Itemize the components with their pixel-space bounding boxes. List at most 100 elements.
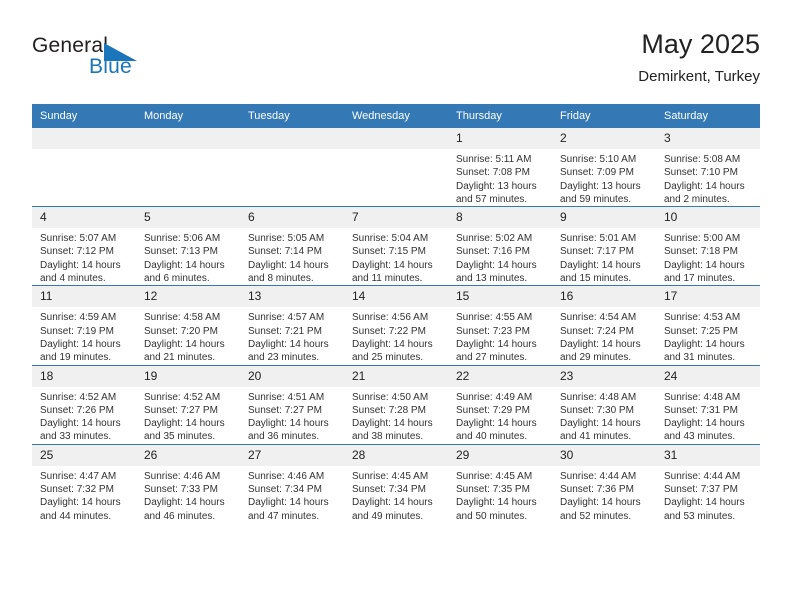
day-cell[interactable]: 7 Sunrise: 5:04 AM Sunset: 7:15 PM Dayli… (344, 206, 448, 286)
daylight-text-line1: Daylight: 14 hours (664, 259, 745, 271)
weekday-header-monday: Monday (136, 104, 240, 128)
weekday-header-tuesday: Tuesday (240, 104, 344, 128)
day-details: Sunrise: 5:10 AM Sunset: 7:09 PM Dayligh… (552, 149, 656, 206)
day-cell[interactable] (240, 128, 344, 207)
sunset-text: Sunset: 7:29 PM (456, 404, 530, 416)
day-cell[interactable]: 10 Sunrise: 5:00 AM Sunset: 7:18 PM Dayl… (656, 206, 760, 286)
day-cell[interactable]: 21 Sunrise: 4:50 AM Sunset: 7:28 PM Dayl… (344, 364, 448, 445)
daylight-text-line1: Daylight: 14 hours (248, 259, 329, 271)
day-cell[interactable]: 30 Sunrise: 4:44 AM Sunset: 7:36 PM Dayl… (552, 443, 656, 523)
day-cell[interactable]: 8 Sunrise: 5:02 AM Sunset: 7:16 PM Dayli… (448, 206, 552, 286)
day-number: 11 (32, 286, 136, 308)
sunrise-text: Sunrise: 4:57 AM (248, 312, 325, 324)
calendar-table: Sunday Monday Tuesday Wednesday Thursday… (32, 104, 760, 523)
weekday-header-saturday: Saturday (656, 104, 760, 128)
day-details: Sunrise: 5:08 AM Sunset: 7:10 PM Dayligh… (656, 149, 760, 206)
sunset-text: Sunset: 7:19 PM (40, 325, 114, 337)
sunrise-text: Sunrise: 5:07 AM (40, 233, 117, 245)
day-number: 7 (344, 207, 448, 229)
sunset-text: Sunset: 7:35 PM (456, 484, 530, 496)
day-cell[interactable]: 25 Sunrise: 4:47 AM Sunset: 7:32 PM Dayl… (32, 443, 136, 523)
day-cell[interactable]: 22 Sunrise: 4:49 AM Sunset: 7:29 PM Dayl… (448, 364, 552, 445)
day-number: 26 (136, 444, 240, 466)
day-cell[interactable]: 16 Sunrise: 4:54 AM Sunset: 7:24 PM Dayl… (552, 285, 656, 366)
day-details: Sunrise: 5:00 AM Sunset: 7:18 PM Dayligh… (656, 228, 760, 285)
day-details: Sunrise: 4:51 AM Sunset: 7:27 PM Dayligh… (240, 387, 344, 444)
day-number: 1 (448, 128, 552, 149)
sunrise-text: Sunrise: 5:11 AM (456, 154, 532, 165)
page-header: General Blue May 2025 Demirkent, Turkey (32, 28, 760, 98)
day-cell[interactable]: 6 Sunrise: 5:05 AM Sunset: 7:14 PM Dayli… (240, 206, 344, 286)
day-cell[interactable]: 28 Sunrise: 4:45 AM Sunset: 7:34 PM Dayl… (344, 443, 448, 523)
day-details: Sunrise: 4:55 AM Sunset: 7:23 PM Dayligh… (448, 307, 552, 364)
day-cell[interactable]: 15 Sunrise: 4:55 AM Sunset: 7:23 PM Dayl… (448, 285, 552, 366)
brand-name-blue: Blue (89, 55, 132, 78)
calendar-week-row: 11 Sunrise: 4:59 AM Sunset: 7:19 PM Dayl… (32, 285, 760, 366)
day-details (32, 149, 136, 153)
day-details: Sunrise: 4:59 AM Sunset: 7:19 PM Dayligh… (32, 307, 136, 364)
day-number: 14 (344, 286, 448, 308)
sunset-text: Sunset: 7:30 PM (560, 404, 634, 416)
day-cell[interactable]: 19 Sunrise: 4:52 AM Sunset: 7:27 PM Dayl… (136, 364, 240, 445)
daylight-text-line1: Daylight: 14 hours (248, 338, 329, 350)
day-number: 18 (32, 365, 136, 387)
day-cell[interactable]: 1 Sunrise: 5:11 AM Sunset: 7:08 PM Dayli… (448, 128, 552, 207)
brand-logo[interactable]: General Blue (32, 34, 232, 90)
sunset-text: Sunset: 7:09 PM (560, 167, 634, 179)
day-number: 15 (448, 286, 552, 308)
day-cell[interactable]: 2 Sunrise: 5:10 AM Sunset: 7:09 PM Dayli… (552, 128, 656, 207)
daylight-text-line2: and 6 minutes. (144, 273, 210, 285)
day-details: Sunrise: 5:11 AM Sunset: 7:08 PM Dayligh… (448, 149, 552, 206)
day-cell[interactable]: 31 Sunrise: 4:44 AM Sunset: 7:37 PM Dayl… (656, 443, 760, 523)
day-cell[interactable]: 27 Sunrise: 4:46 AM Sunset: 7:34 PM Dayl… (240, 443, 344, 523)
day-cell[interactable]: 11 Sunrise: 4:59 AM Sunset: 7:19 PM Dayl… (32, 285, 136, 366)
day-number: 31 (656, 444, 760, 466)
daylight-text-line2: and 13 minutes. (456, 273, 528, 285)
day-cell[interactable]: 20 Sunrise: 4:51 AM Sunset: 7:27 PM Dayl… (240, 364, 344, 445)
daylight-text-line2: and 41 minutes. (560, 431, 632, 443)
day-cell[interactable]: 14 Sunrise: 4:56 AM Sunset: 7:22 PM Dayl… (344, 285, 448, 366)
day-cell[interactable]: 26 Sunrise: 4:46 AM Sunset: 7:33 PM Dayl… (136, 443, 240, 523)
day-cell[interactable]: 4 Sunrise: 5:07 AM Sunset: 7:12 PM Dayli… (32, 206, 136, 286)
day-cell[interactable]: 24 Sunrise: 4:48 AM Sunset: 7:31 PM Dayl… (656, 364, 760, 445)
calendar-week-row: 18 Sunrise: 4:52 AM Sunset: 7:26 PM Dayl… (32, 364, 760, 445)
day-cell[interactable] (32, 128, 136, 207)
daylight-text-line2: and 40 minutes. (456, 431, 528, 443)
sunset-text: Sunset: 7:32 PM (40, 484, 114, 496)
sunset-text: Sunset: 7:34 PM (248, 484, 322, 496)
day-cell[interactable]: 18 Sunrise: 4:52 AM Sunset: 7:26 PM Dayl… (32, 364, 136, 445)
daylight-text-line2: and 17 minutes. (664, 273, 736, 285)
day-details: Sunrise: 4:50 AM Sunset: 7:28 PM Dayligh… (344, 387, 448, 444)
day-details: Sunrise: 4:54 AM Sunset: 7:24 PM Dayligh… (552, 307, 656, 364)
day-cell[interactable]: 3 Sunrise: 5:08 AM Sunset: 7:10 PM Dayli… (656, 128, 760, 207)
day-details: Sunrise: 4:45 AM Sunset: 7:35 PM Dayligh… (448, 466, 552, 523)
day-cell[interactable]: 13 Sunrise: 4:57 AM Sunset: 7:21 PM Dayl… (240, 285, 344, 366)
sunrise-text: Sunrise: 4:44 AM (560, 470, 637, 482)
daylight-text-line1: Daylight: 14 hours (560, 418, 641, 430)
day-details: Sunrise: 5:07 AM Sunset: 7:12 PM Dayligh… (32, 228, 136, 285)
day-cell[interactable]: 23 Sunrise: 4:48 AM Sunset: 7:30 PM Dayl… (552, 364, 656, 445)
daylight-text-line1: Daylight: 14 hours (456, 259, 537, 271)
daylight-text-line1: Daylight: 14 hours (456, 338, 537, 350)
sunrise-text: Sunrise: 5:10 AM (560, 154, 637, 165)
daylight-text-line1: Daylight: 14 hours (144, 418, 225, 430)
sunrise-text: Sunrise: 5:04 AM (352, 233, 429, 245)
daylight-text-line2: and 31 minutes. (664, 352, 736, 364)
day-cell[interactable]: 29 Sunrise: 4:45 AM Sunset: 7:35 PM Dayl… (448, 443, 552, 523)
day-number: 17 (656, 286, 760, 308)
day-cell[interactable]: 5 Sunrise: 5:06 AM Sunset: 7:13 PM Dayli… (136, 206, 240, 286)
day-cell[interactable] (344, 128, 448, 207)
day-cell[interactable]: 9 Sunrise: 5:01 AM Sunset: 7:17 PM Dayli… (552, 206, 656, 286)
weekday-header-friday: Friday (552, 104, 656, 128)
daylight-text-line2: and 8 minutes. (248, 273, 314, 285)
day-number (32, 128, 136, 149)
daylight-text-line2: and 2 minutes. (664, 193, 730, 205)
daylight-text-line1: Daylight: 14 hours (248, 497, 329, 509)
day-details: Sunrise: 4:48 AM Sunset: 7:30 PM Dayligh… (552, 387, 656, 444)
day-number: 25 (32, 444, 136, 466)
day-details: Sunrise: 4:58 AM Sunset: 7:20 PM Dayligh… (136, 307, 240, 364)
day-cell[interactable]: 17 Sunrise: 4:53 AM Sunset: 7:25 PM Dayl… (656, 285, 760, 366)
day-number: 13 (240, 286, 344, 308)
day-cell[interactable]: 12 Sunrise: 4:58 AM Sunset: 7:20 PM Dayl… (136, 285, 240, 366)
day-cell[interactable] (136, 128, 240, 207)
